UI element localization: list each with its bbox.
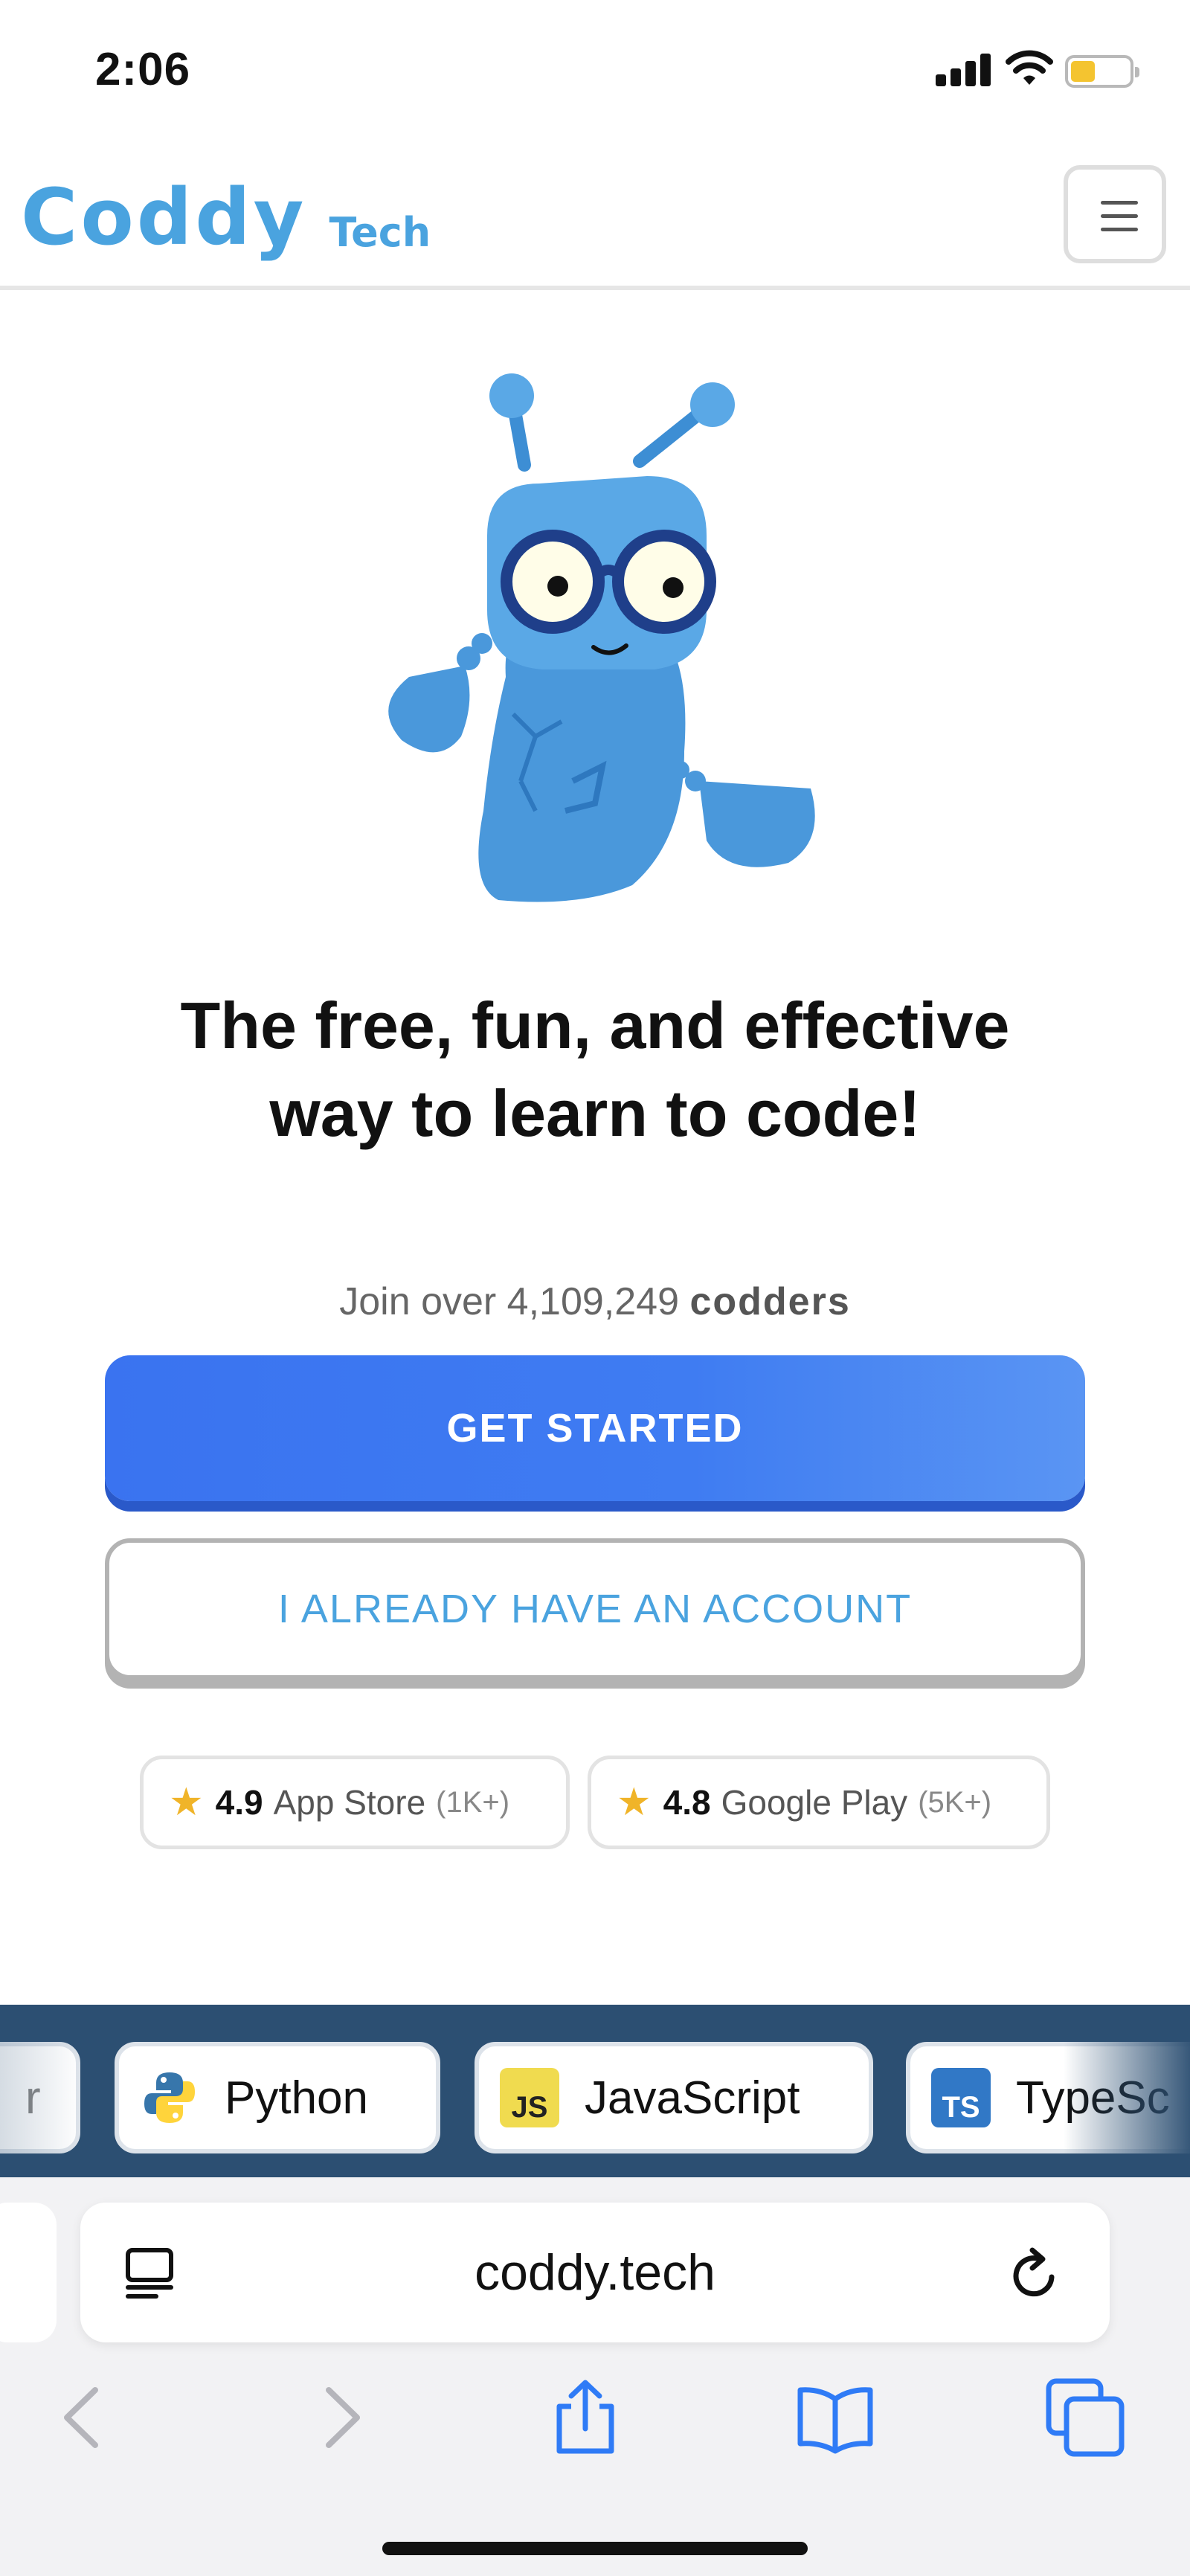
share-icon[interactable]: [544, 2377, 626, 2458]
forward-icon[interactable]: [300, 2377, 382, 2458]
cellular-signal-icon: [936, 52, 992, 86]
reload-icon[interactable]: [1010, 2247, 1062, 2302]
headline-line-2: way to learn to code!: [269, 1076, 921, 1150]
language-carousel[interactable]: r Python JS JavaScript TS TypeSc: [0, 2005, 1190, 2177]
carousel-fade-right: [1064, 2005, 1190, 2177]
star-icon: ★: [169, 1781, 204, 1824]
language-chip-label: Python: [225, 2072, 369, 2124]
coddy-logo[interactable]: Coddy Tech: [21, 179, 431, 256]
home-indicator: [382, 2542, 808, 2555]
wifi-icon: [1006, 50, 1053, 85]
join-count-text: Join over 4,109,249 codders: [0, 1279, 1190, 1324]
headline-line-1: The free, fun, and effective: [180, 989, 1010, 1062]
rating-count: (5K+): [918, 1785, 992, 1819]
javascript-icon: JS: [500, 2068, 559, 2127]
rating-score: 4.9: [215, 1783, 263, 1822]
status-time: 2:06: [95, 44, 191, 95]
logo-main-text: Coddy: [21, 172, 307, 263]
url-text[interactable]: coddy.tech: [80, 2203, 1110, 2342]
hamburger-menu-button[interactable]: [1064, 165, 1166, 263]
app-store-rating[interactable]: ★ 4.9 App Store (1K+): [140, 1756, 570, 1849]
back-icon[interactable]: [42, 2377, 123, 2458]
tabs-icon[interactable]: [1044, 2377, 1126, 2458]
rating-store: Google Play: [721, 1783, 908, 1822]
logo-sub-text: Tech: [329, 209, 431, 256]
status-bar: 2:06: [0, 0, 1190, 141]
rating-count: (1K+): [436, 1785, 510, 1819]
language-chip-python[interactable]: Python: [115, 2042, 440, 2153]
browser-chrome: coddy.tech: [0, 2177, 1190, 2576]
bookmarks-icon[interactable]: [794, 2377, 876, 2458]
python-icon: [144, 2072, 195, 2123]
join-prefix: Join over 4,109,249: [339, 1280, 680, 1323]
star-icon: ★: [617, 1781, 652, 1824]
rating-score: 4.8: [663, 1783, 711, 1822]
carousel-fade-left: [0, 2005, 82, 2177]
site-header: Coddy Tech: [0, 141, 1190, 290]
hamburger-menu-icon: [1101, 201, 1138, 205]
language-chip-javascript[interactable]: JS JavaScript: [475, 2042, 873, 2153]
google-play-rating[interactable]: ★ 4.8 Google Play (5K+): [588, 1756, 1050, 1849]
robot-mascot-illustration: [388, 373, 815, 902]
previous-tab-preview[interactable]: [0, 2203, 57, 2342]
hero-headline: The free, fun, and effective way to lear…: [60, 982, 1130, 1157]
page-menu-icon[interactable]: [125, 2247, 174, 2299]
rating-store: App Store: [273, 1783, 426, 1822]
address-bar[interactable]: coddy.tech: [80, 2203, 1110, 2342]
battery-icon: [1065, 55, 1139, 88]
language-chip-label: JavaScript: [585, 2072, 800, 2124]
have-account-button[interactable]: I ALREADY HAVE AN ACCOUNT: [105, 1538, 1085, 1680]
get-started-button[interactable]: GET STARTED: [105, 1355, 1085, 1501]
join-suffix: codders: [689, 1280, 851, 1323]
typescript-icon: TS: [931, 2068, 991, 2127]
